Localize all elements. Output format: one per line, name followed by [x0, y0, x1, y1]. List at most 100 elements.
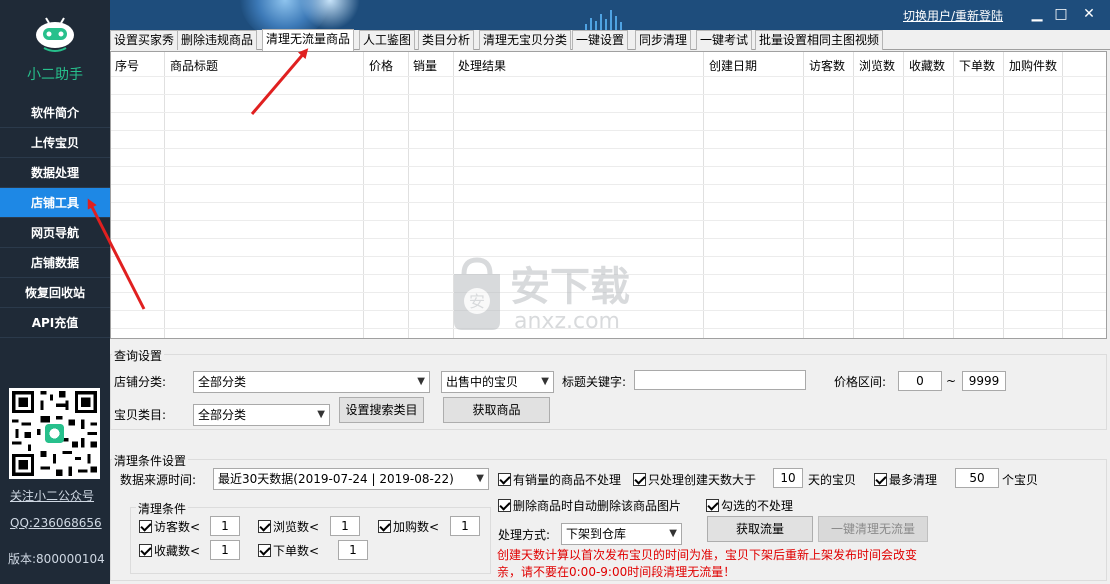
svg-text:安: 安: [469, 292, 485, 311]
item-status-select[interactable]: 出售中的宝贝 ▼: [441, 371, 554, 393]
checkbox-checked-icon: [139, 520, 152, 533]
checkbox-checked-icon: [139, 544, 152, 557]
keyword-input[interactable]: [634, 370, 806, 390]
table-column: 创建日期: [704, 52, 804, 338]
tab-category-analysis[interactable]: 类目分析: [418, 30, 475, 50]
tab-clean-empty-categories[interactable]: 清理无宝贝分类: [479, 30, 572, 50]
note-line-2: 亲，请不要在0:00-9:00时间段清理无流量！: [497, 565, 736, 579]
price-range-label: 价格区间:: [834, 375, 887, 389]
max-clean-input[interactable]: 50: [955, 468, 999, 488]
robot-logo-icon: [36, 17, 74, 52]
price-max-input[interactable]: 9999: [962, 371, 1006, 391]
checkbox-checked-icon: [706, 499, 719, 512]
checkbox-checked-icon: [498, 499, 511, 512]
tab-buyer-show[interactable]: 设置买家秀: [110, 30, 179, 50]
sidebar-item-upload[interactable]: 上传宝贝: [0, 128, 110, 158]
checkbox-checked-icon: [498, 473, 511, 486]
tab-sync-clean[interactable]: 同步清理: [635, 30, 692, 50]
favorites-checkbox[interactable]: 收藏数<: [139, 542, 200, 559]
only-days-checkbox[interactable]: 只处理创建天数大于: [633, 471, 756, 488]
column-header-result[interactable]: 处理结果: [458, 57, 506, 74]
tab-one-click-exam[interactable]: 一键考试: [696, 30, 753, 50]
days-suffix-label: 天的宝贝: [808, 473, 857, 487]
skip-sold-checkbox[interactable]: 有销量的商品不处理: [498, 471, 621, 488]
tab-batch-main-video[interactable]: 批量设置相同主图视频: [755, 30, 884, 50]
column-header-sales[interactable]: 销量: [413, 57, 437, 74]
column-header-title[interactable]: 商品标题: [170, 57, 218, 74]
column-header-created[interactable]: 创建日期: [709, 57, 757, 74]
column-header-price[interactable]: 价格: [369, 57, 393, 74]
max-suffix-label: 个宝贝: [1002, 473, 1039, 487]
price-min-input[interactable]: 0: [898, 371, 942, 391]
source-time-label: 数据来源时间:: [120, 473, 197, 487]
checkbox-checked-icon: [874, 473, 887, 486]
close-icon[interactable]: ✕: [1080, 5, 1098, 23]
header-bars-decoration: [585, 8, 622, 30]
sidebar-nav: 软件简介 上传宝贝 数据处理 店铺工具 网页导航 店铺数据 恢复回收站 API充…: [0, 98, 110, 338]
table-column: 加购件数: [1004, 52, 1063, 338]
clean-warning-note: 创建天数计算以首次发布宝贝的时间为准，宝贝下架后重新上架发布时间会改变 亲，请不…: [497, 547, 967, 581]
orders-threshold-input[interactable]: 1: [338, 540, 368, 560]
sidebar-item-data[interactable]: 数据处理: [0, 158, 110, 188]
min-days-input[interactable]: 10: [773, 468, 803, 488]
sidebar-item-api[interactable]: API充值: [0, 308, 110, 338]
follow-official-account-link[interactable]: 关注小二公众号: [10, 487, 94, 504]
column-header-views[interactable]: 浏览数: [859, 57, 895, 74]
sidebar-item-intro[interactable]: 软件简介: [0, 98, 110, 128]
tab-clean-no-traffic[interactable]: 清理无流量商品: [262, 29, 355, 51]
source-time-select[interactable]: 最近30天数据(2019-07-24 | 2019-08-22) ▼: [213, 468, 489, 490]
chevron-down-icon: ▼: [317, 409, 325, 420]
minimize-icon[interactable]: ▁: [1028, 5, 1046, 23]
checkbox-checked-icon: [258, 520, 271, 533]
price-separator: ~: [946, 374, 957, 388]
sidebar-item-web-nav[interactable]: 网页导航: [0, 218, 110, 248]
sidebar-item-recycle[interactable]: 恢复回收站: [0, 278, 110, 308]
tab-manual-image-review[interactable]: 人工鉴图: [359, 30, 416, 50]
views-checkbox[interactable]: 浏览数<: [258, 518, 319, 535]
column-header-cart[interactable]: 加购件数: [1009, 57, 1057, 74]
column-header-orders[interactable]: 下单数: [959, 57, 995, 74]
orders-checkbox[interactable]: 下单数<: [258, 542, 319, 559]
skip-checked-checkbox[interactable]: 勾选的不处理: [706, 497, 793, 514]
maximize-icon[interactable]: □: [1052, 5, 1070, 23]
column-header-index[interactable]: 序号: [115, 57, 139, 74]
visitors-threshold-input[interactable]: 1: [210, 516, 240, 536]
switch-user-link[interactable]: 切换用户/重新登陆: [903, 7, 1003, 24]
get-items-button[interactable]: 获取商品: [443, 397, 550, 423]
item-category-select[interactable]: 全部分类 ▼: [193, 404, 330, 426]
method-label: 处理方式:: [498, 528, 551, 542]
brand-name: 小二助手: [27, 67, 83, 83]
chevron-down-icon: ▼: [417, 376, 425, 387]
shop-category-label: 店铺分类:: [114, 375, 167, 389]
note-line-1: 创建天数计算以首次发布宝贝的时间为准，宝贝下架后重新上架发布时间会改变: [497, 548, 918, 562]
clean-conditions-title: 清理条件: [136, 500, 189, 517]
sidebar-item-shop-data[interactable]: 店铺数据: [0, 248, 110, 278]
column-header-favorites[interactable]: 收藏数: [909, 57, 945, 74]
table-column: 浏览数: [854, 52, 904, 338]
version-label: 版本:800000104: [8, 552, 105, 566]
watermark-text: 安下载: [510, 264, 630, 310]
title-bar: 切换用户/重新登陆 ▁ □ ✕: [0, 0, 1110, 30]
views-threshold-input[interactable]: 1: [330, 516, 360, 536]
max-clean-checkbox[interactable]: 最多清理: [874, 471, 937, 488]
tab-delete-violations[interactable]: 删除违规商品: [177, 30, 258, 50]
carts-checkbox[interactable]: 加购数<: [378, 518, 439, 535]
checkbox-checked-icon: [258, 544, 271, 557]
favorites-threshold-input[interactable]: 1: [210, 540, 240, 560]
get-traffic-button[interactable]: 获取流量: [707, 516, 813, 542]
table-column: 收藏数: [904, 52, 954, 338]
carts-threshold-input[interactable]: 1: [450, 516, 480, 536]
qq-link[interactable]: QQ:236068656: [10, 516, 102, 530]
column-header-visitors[interactable]: 访客数: [809, 57, 845, 74]
sidebar-item-shop-tools[interactable]: 店铺工具: [0, 188, 110, 218]
table-column: 访客数: [804, 52, 854, 338]
method-select[interactable]: 下架到仓库 ▼: [561, 523, 682, 545]
checkbox-checked-icon: [633, 473, 646, 486]
shop-category-select[interactable]: 全部分类 ▼: [193, 371, 430, 393]
checkbox-checked-icon: [378, 520, 391, 533]
set-search-category-button[interactable]: 设置搜索类目: [339, 397, 424, 423]
one-click-clean-button[interactable]: 一键清理无流量: [818, 516, 928, 542]
tab-one-click-setup[interactable]: 一键设置: [572, 30, 629, 50]
visitors-checkbox[interactable]: 访客数<: [139, 518, 200, 535]
auto-delete-images-checkbox[interactable]: 删除商品时自动删除该商品图片: [498, 497, 681, 514]
